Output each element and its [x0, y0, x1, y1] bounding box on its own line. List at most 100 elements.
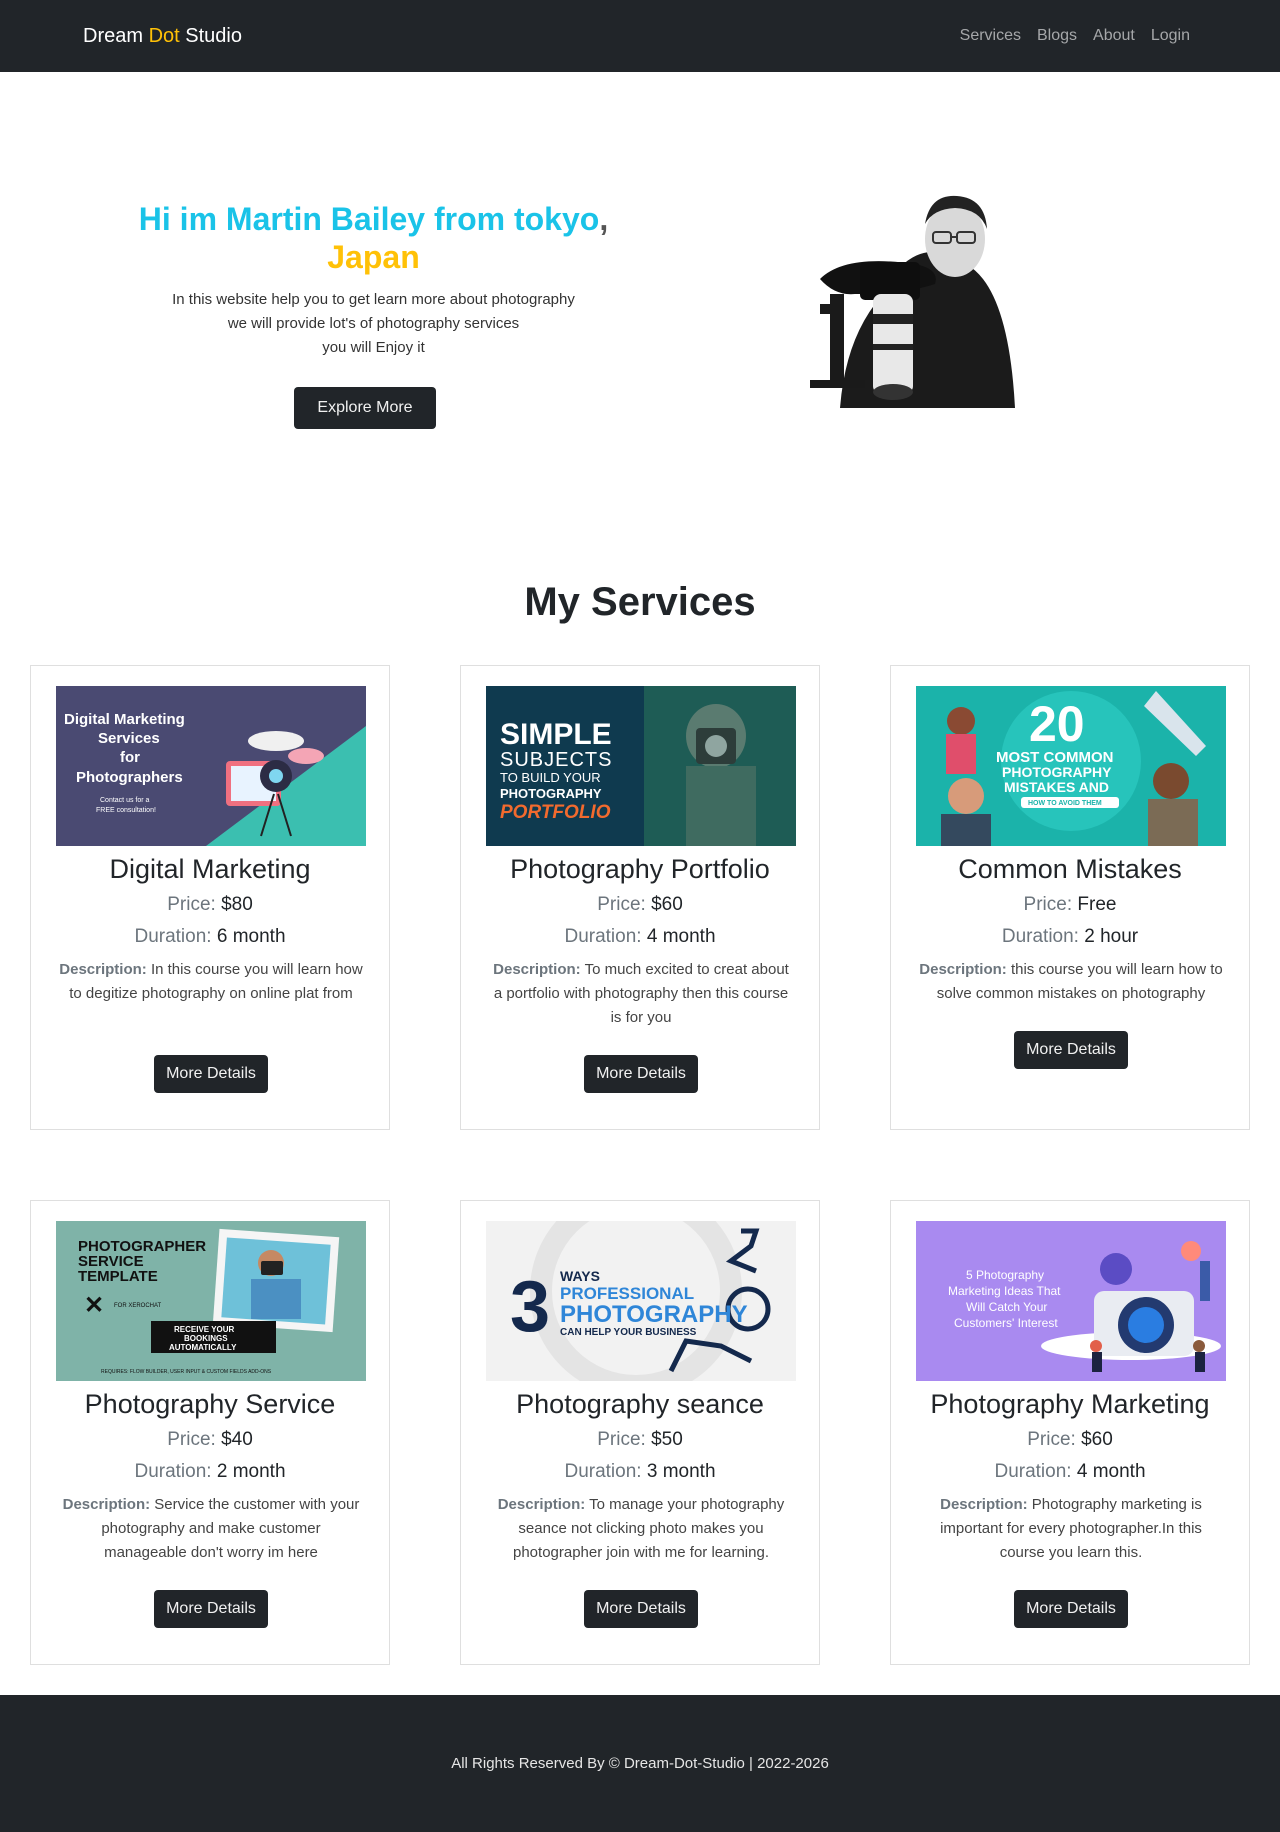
price-label: Price: — [597, 1429, 646, 1450]
service-price: Price: $60 — [891, 1429, 1249, 1451]
more-details-button[interactable]: More Details — [584, 1055, 698, 1093]
brand-part2: Studio — [179, 25, 242, 47]
service-image-line-5: RECEIVE YOUR — [174, 1325, 235, 1334]
hero-description: In this website help you to get learn mo… — [120, 288, 627, 360]
marketing-image-line-2: Marketing Ideas That — [948, 1284, 1061, 1298]
portfolio-image-line-5: PORTFOLIO — [500, 802, 611, 823]
nav-link-blogs[interactable]: Blogs — [1037, 27, 1077, 45]
service-price: Price: $40 — [31, 1429, 389, 1451]
service-title: Photography seance — [516, 1389, 764, 1419]
hero-title-comma: , — [599, 201, 609, 237]
brand-part1: Dream — [83, 25, 149, 47]
explore-more-button[interactable]: Explore More — [294, 387, 436, 429]
duration-label: Duration: — [134, 1461, 212, 1482]
duration-label: Duration: — [994, 1461, 1072, 1482]
description-label: Description: — [59, 961, 147, 978]
service-image-line-6: BOOKINGS — [184, 1334, 228, 1343]
more-details-button[interactable]: More Details — [584, 1590, 698, 1628]
seance-image-line-4: PHOTOGRAPHY — [560, 1301, 748, 1328]
hero-desc-line-2: we will provide lot's of photography ser… — [227, 315, 520, 332]
duration-label: Duration: — [564, 926, 642, 947]
portfolio-image-line-2: SUBJECTS — [500, 749, 612, 771]
marketing-image-line-4: Customers' Interest — [954, 1316, 1058, 1330]
service-description: Description: this course you will learn … — [919, 958, 1223, 1006]
duration-label: Duration: — [1001, 926, 1079, 947]
photography-seance-image: 3 WAYS PROFESSIONAL PHOTOGRAPHY CAN HELP… — [486, 1221, 796, 1381]
portfolio-image-line-3: TO BUILD YOUR — [500, 770, 601, 785]
duration-value: 6 month — [216, 926, 286, 947]
service-card-photography-service: PHOTOGRAPHER SERVICE TEMPLATE ✕ FOR XERO… — [30, 1200, 390, 1665]
x-icon: ✕ — [84, 1292, 104, 1319]
price-label: Price: — [1027, 1429, 1076, 1450]
price-value: $40 — [221, 1429, 253, 1450]
seance-image-line-5: CAN HELP YOUR BUSINESS — [560, 1327, 697, 1338]
more-details-button[interactable]: More Details — [1014, 1590, 1128, 1628]
brand-logo[interactable]: Dream Dot Studio — [83, 25, 242, 48]
digital-marketing-image-line-3: for — [120, 749, 140, 766]
service-image-line-7: AUTOMATICALLY — [169, 1343, 237, 1352]
mistakes-image-line-5: HOW TO AVOID THEM — [1028, 800, 1102, 807]
service-description: Description: To manage your photography … — [489, 1493, 793, 1565]
photography-marketing-image: 5 Photography Marketing Ideas That Will … — [916, 1221, 1226, 1381]
service-image-line-3: TEMPLATE — [78, 1268, 158, 1285]
service-description: Description: In this course you will lea… — [59, 958, 363, 1006]
description-label: Description: — [919, 961, 1007, 978]
marketing-image-line-3: Will Catch Your — [966, 1300, 1047, 1314]
service-card-photography-seance: 3 WAYS PROFESSIONAL PHOTOGRAPHY CAN HELP… — [460, 1200, 820, 1665]
duration-value: 4 month — [1076, 1461, 1146, 1482]
service-image-line-8: REQUIRES: FLOW BUILDER, USER INPUT & CUS… — [101, 1369, 272, 1375]
service-card-digital-marketing: Digital Marketing Services for Photograp… — [30, 665, 390, 1130]
description-label: Description: — [62, 1496, 151, 1513]
duration-value: 2 hour — [1084, 926, 1139, 947]
service-price: Price: Free — [891, 894, 1249, 916]
price-value: $60 — [1081, 1429, 1113, 1450]
digital-marketing-image-line-6: FREE consultation! — [96, 807, 156, 814]
duration-value: 2 month — [216, 1461, 286, 1482]
photography-portfolio-image: SIMPLE SUBJECTS TO BUILD YOUR PHOTOGRAPH… — [486, 686, 796, 846]
service-duration: Duration: 4 month — [461, 926, 819, 948]
seance-image-line-1: 3 — [510, 1267, 550, 1347]
footer-copyright: All Rights Reserved By © Dream-Dot-Studi… — [451, 1755, 829, 1772]
price-label: Price: — [167, 894, 216, 915]
hero-title: Hi im Martin Bailey from tokyo, Japan — [120, 200, 627, 276]
portfolio-image-line-4: PHOTOGRAPHY — [500, 786, 602, 801]
description-label: Description: — [493, 961, 581, 978]
price-value: Free — [1077, 894, 1117, 915]
hero-text: Hi im Martin Bailey from tokyo, Japan In… — [120, 200, 627, 360]
digital-marketing-image-line-2: Services — [98, 730, 160, 747]
mistakes-image-line-4: MISTAKES AND — [1004, 779, 1109, 795]
price-label: Price: — [167, 1429, 216, 1450]
services-section-title: My Services — [524, 580, 756, 624]
service-card-photography-marketing: 5 Photography Marketing Ideas That Will … — [890, 1200, 1250, 1665]
service-description: Description: Service the customer with y… — [59, 1493, 363, 1565]
more-details-button[interactable]: More Details — [1014, 1031, 1128, 1069]
service-duration: Duration: 2 month — [31, 1461, 389, 1483]
photography-service-image: PHOTOGRAPHER SERVICE TEMPLATE ✕ FOR XERO… — [56, 1221, 366, 1381]
service-title: Photography Portfolio — [510, 854, 770, 884]
service-price: Price: $80 — [31, 894, 389, 916]
hero-title-accent: Japan — [327, 239, 420, 275]
hero-title-main: Hi im Martin Bailey from tokyo — [138, 201, 600, 237]
more-details-button[interactable]: More Details — [154, 1055, 268, 1093]
photographer-portrait-image — [810, 195, 1015, 408]
digital-marketing-image-line-4: Photographers — [76, 769, 183, 786]
service-price: Price: $60 — [461, 894, 819, 916]
nav-link-services[interactable]: Services — [960, 27, 1021, 45]
mistakes-image-line-3: PHOTOGRAPHY — [1002, 764, 1112, 780]
hero-desc-line-1: In this website help you to get learn mo… — [172, 291, 575, 308]
common-mistakes-image: 20 MOST COMMON PHOTOGRAPHY MISTAKES AND … — [916, 686, 1226, 846]
more-details-button[interactable]: More Details — [154, 1590, 268, 1628]
nav-link-login[interactable]: Login — [1151, 27, 1190, 45]
service-description: Description: To much excited to creat ab… — [489, 958, 793, 1030]
mistakes-image-line-1: 20 — [1029, 696, 1085, 752]
service-duration: Duration: 6 month — [31, 926, 389, 948]
price-value: $60 — [651, 894, 683, 915]
description-label: Description: — [940, 1496, 1028, 1513]
service-duration: Duration: 3 month — [461, 1461, 819, 1483]
navbar: Dream Dot Studio Services Blogs About Lo… — [0, 0, 1280, 72]
price-label: Price: — [1023, 894, 1073, 915]
duration-label: Duration: — [564, 1461, 642, 1482]
service-title: Common Mistakes — [958, 854, 1182, 884]
service-card-photography-portfolio: SIMPLE SUBJECTS TO BUILD YOUR PHOTOGRAPH… — [460, 665, 820, 1130]
nav-link-about[interactable]: About — [1093, 27, 1135, 45]
